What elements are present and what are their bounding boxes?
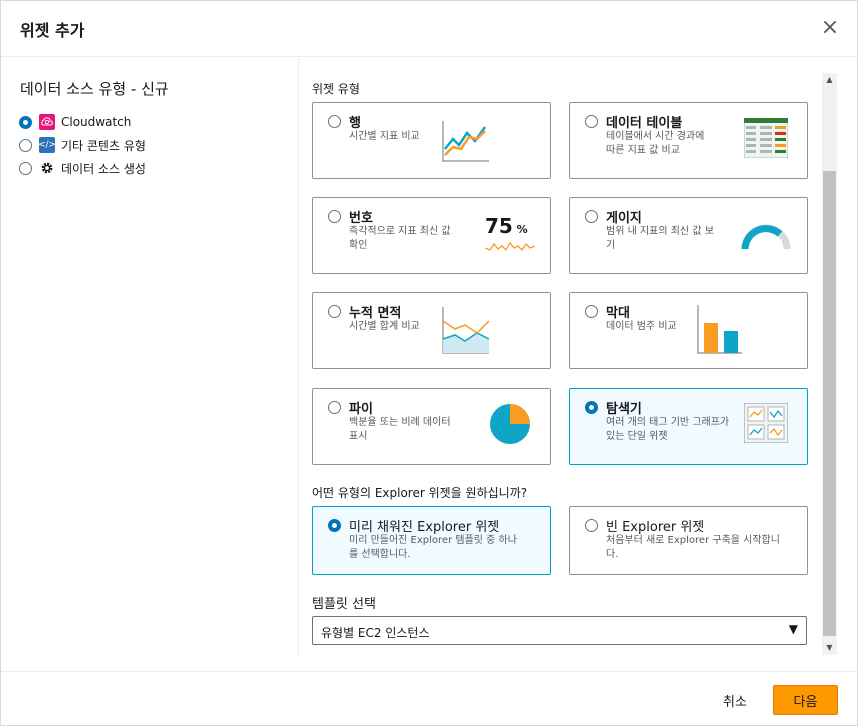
widget-type-panel: 위젯 유형 행 시간별 지표 비교 데이터 테이블 테이블에서 시간 경과에 따… [300, 73, 822, 655]
card-title: 막대 [606, 306, 630, 321]
explorer-option-prefilled[interactable]: 미리 채워진 Explorer 위젯 미리 만들어진 Explorer 템플릿 … [312, 506, 551, 575]
data-source-label: 기타 콘텐츠 유형 [61, 138, 146, 153]
scrollbar-thumb[interactable] [823, 171, 836, 636]
radio-gauge[interactable] [585, 210, 598, 223]
gear-icon [39, 160, 55, 176]
card-title: 데이터 테이블 [606, 116, 683, 131]
card-description: 범위 내 지표의 최신 값 보기 [606, 226, 714, 251]
next-button[interactable]: 다음 [773, 685, 838, 715]
card-title: 누적 면적 [349, 306, 402, 321]
card-description: 백분율 또는 비례 데이터 표시 [349, 417, 451, 442]
table-icon [744, 118, 788, 158]
widget-card-pie[interactable]: 파이 백분율 또는 비례 데이터 표시 [312, 388, 551, 465]
data-source-option-other-content[interactable]: </> 기타 콘텐츠 유형 [19, 136, 146, 154]
widget-card-explorer[interactable]: 탐색기 여러 개의 태그 기반 그래프가 있는 단일 위젯 [569, 388, 808, 465]
caret-down-icon: ▼ [788, 622, 798, 636]
radio-prefilled[interactable] [328, 519, 341, 532]
data-source-label: 데이터 소스 생성 [61, 161, 146, 176]
explorer-question: 어떤 유형의 Explorer 위젯을 원하십니까? [312, 486, 528, 500]
widget-card-line[interactable]: 행 시간별 지표 비교 [312, 102, 551, 179]
template-label: 템플릿 선택 [312, 597, 376, 612]
radio-line[interactable] [328, 115, 341, 128]
widget-card-gauge[interactable]: 게이지 범위 내 지표의 최신 값 보기 [569, 197, 808, 274]
dialog-title: 위젯 추가 [20, 21, 85, 40]
code-icon: </> [38, 137, 56, 153]
data-source-title: 데이터 소스 유형 - 신규 [20, 80, 169, 98]
widget-card-stacked-area[interactable]: 누적 면적 시간별 합계 비교 [312, 292, 551, 369]
cloudwatch-icon [39, 114, 55, 130]
card-description: 여러 개의 태그 기반 그래프가 있는 단일 위젯 [606, 417, 730, 442]
card-title: 미리 채워진 Explorer 위젯 [349, 520, 500, 535]
line-chart-icon [442, 121, 489, 162]
widget-type-label: 위젯 유형 [312, 82, 360, 96]
number-unit: % [516, 223, 528, 236]
cancel-button[interactable]: 취소 [711, 685, 759, 715]
card-title: 행 [349, 116, 361, 131]
radio-number[interactable] [328, 210, 341, 223]
scroll-down-icon[interactable]: ▼ [822, 641, 837, 655]
card-description: 즉각적으로 지표 최신 값 확인 [349, 226, 451, 251]
dialog-header: 위젯 추가 × [1, 1, 857, 57]
widget-card-bar[interactable]: 막대 데이터 범주 비교 [569, 292, 808, 369]
card-description: 테이블에서 시간 경과에 따른 지표 값 비교 [606, 131, 705, 156]
radio-pie[interactable] [328, 401, 341, 414]
card-title: 번호 [349, 211, 373, 226]
radio-data-table[interactable] [585, 115, 598, 128]
explorer-icon [744, 403, 788, 443]
radio-empty[interactable] [585, 519, 598, 532]
data-source-option-cloudwatch[interactable]: Cloudwatch [19, 113, 131, 131]
add-widget-dialog: 위젯 추가 × 데이터 소스 유형 - 신규 Cloudwatch </> 기타… [0, 0, 858, 726]
radio-create-source[interactable] [19, 161, 32, 175]
explorer-option-empty[interactable]: 빈 Explorer 위젯 처음부터 새로 Explorer 구축을 시작합니다… [569, 506, 808, 575]
radio-cloudwatch[interactable] [19, 115, 32, 129]
number-icon: 75 % [485, 214, 537, 256]
data-source-option-create[interactable]: 데이터 소스 생성 [19, 159, 146, 177]
card-title: 탐색기 [606, 402, 642, 417]
widget-card-number[interactable]: 번호 즉각적으로 지표 최신 값 확인 75 % [312, 197, 551, 274]
data-source-label: Cloudwatch [61, 115, 132, 129]
card-title: 게이지 [606, 211, 642, 226]
template-select-value: 유형별 EC2 인스턴스 [321, 626, 430, 640]
radio-stacked-area[interactable] [328, 305, 341, 318]
card-title: 파이 [349, 402, 373, 417]
card-title: 빈 Explorer 위젯 [606, 520, 705, 535]
dialog-footer: 취소 다음 [1, 671, 857, 726]
data-source-panel: 데이터 소스 유형 - 신규 Cloudwatch </> 기타 콘텐츠 유형 … [1, 58, 299, 656]
scroll-up-icon[interactable]: ▲ [822, 73, 837, 87]
scrollbar[interactable]: ▲ ▼ [822, 73, 837, 655]
gauge-icon [741, 224, 791, 250]
template-select[interactable]: 유형별 EC2 인스턴스 ▼ [312, 616, 807, 645]
number-value: 75 [485, 214, 513, 238]
stacked-area-icon [442, 307, 490, 354]
card-description: 미리 만들어진 Explorer 템플릿 중 하나를 선택합니다. [349, 535, 517, 560]
close-icon[interactable]: × [819, 17, 841, 40]
radio-other-content[interactable] [19, 138, 32, 152]
radio-explorer[interactable] [585, 401, 598, 414]
pie-chart-icon [490, 404, 530, 444]
radio-bar[interactable] [585, 305, 598, 318]
card-description: 처음부터 새로 Explorer 구축을 시작합니다. [606, 535, 780, 560]
bar-chart-icon [697, 305, 742, 354]
widget-card-data-table[interactable]: 데이터 테이블 테이블에서 시간 경과에 따른 지표 값 비교 [569, 102, 808, 179]
